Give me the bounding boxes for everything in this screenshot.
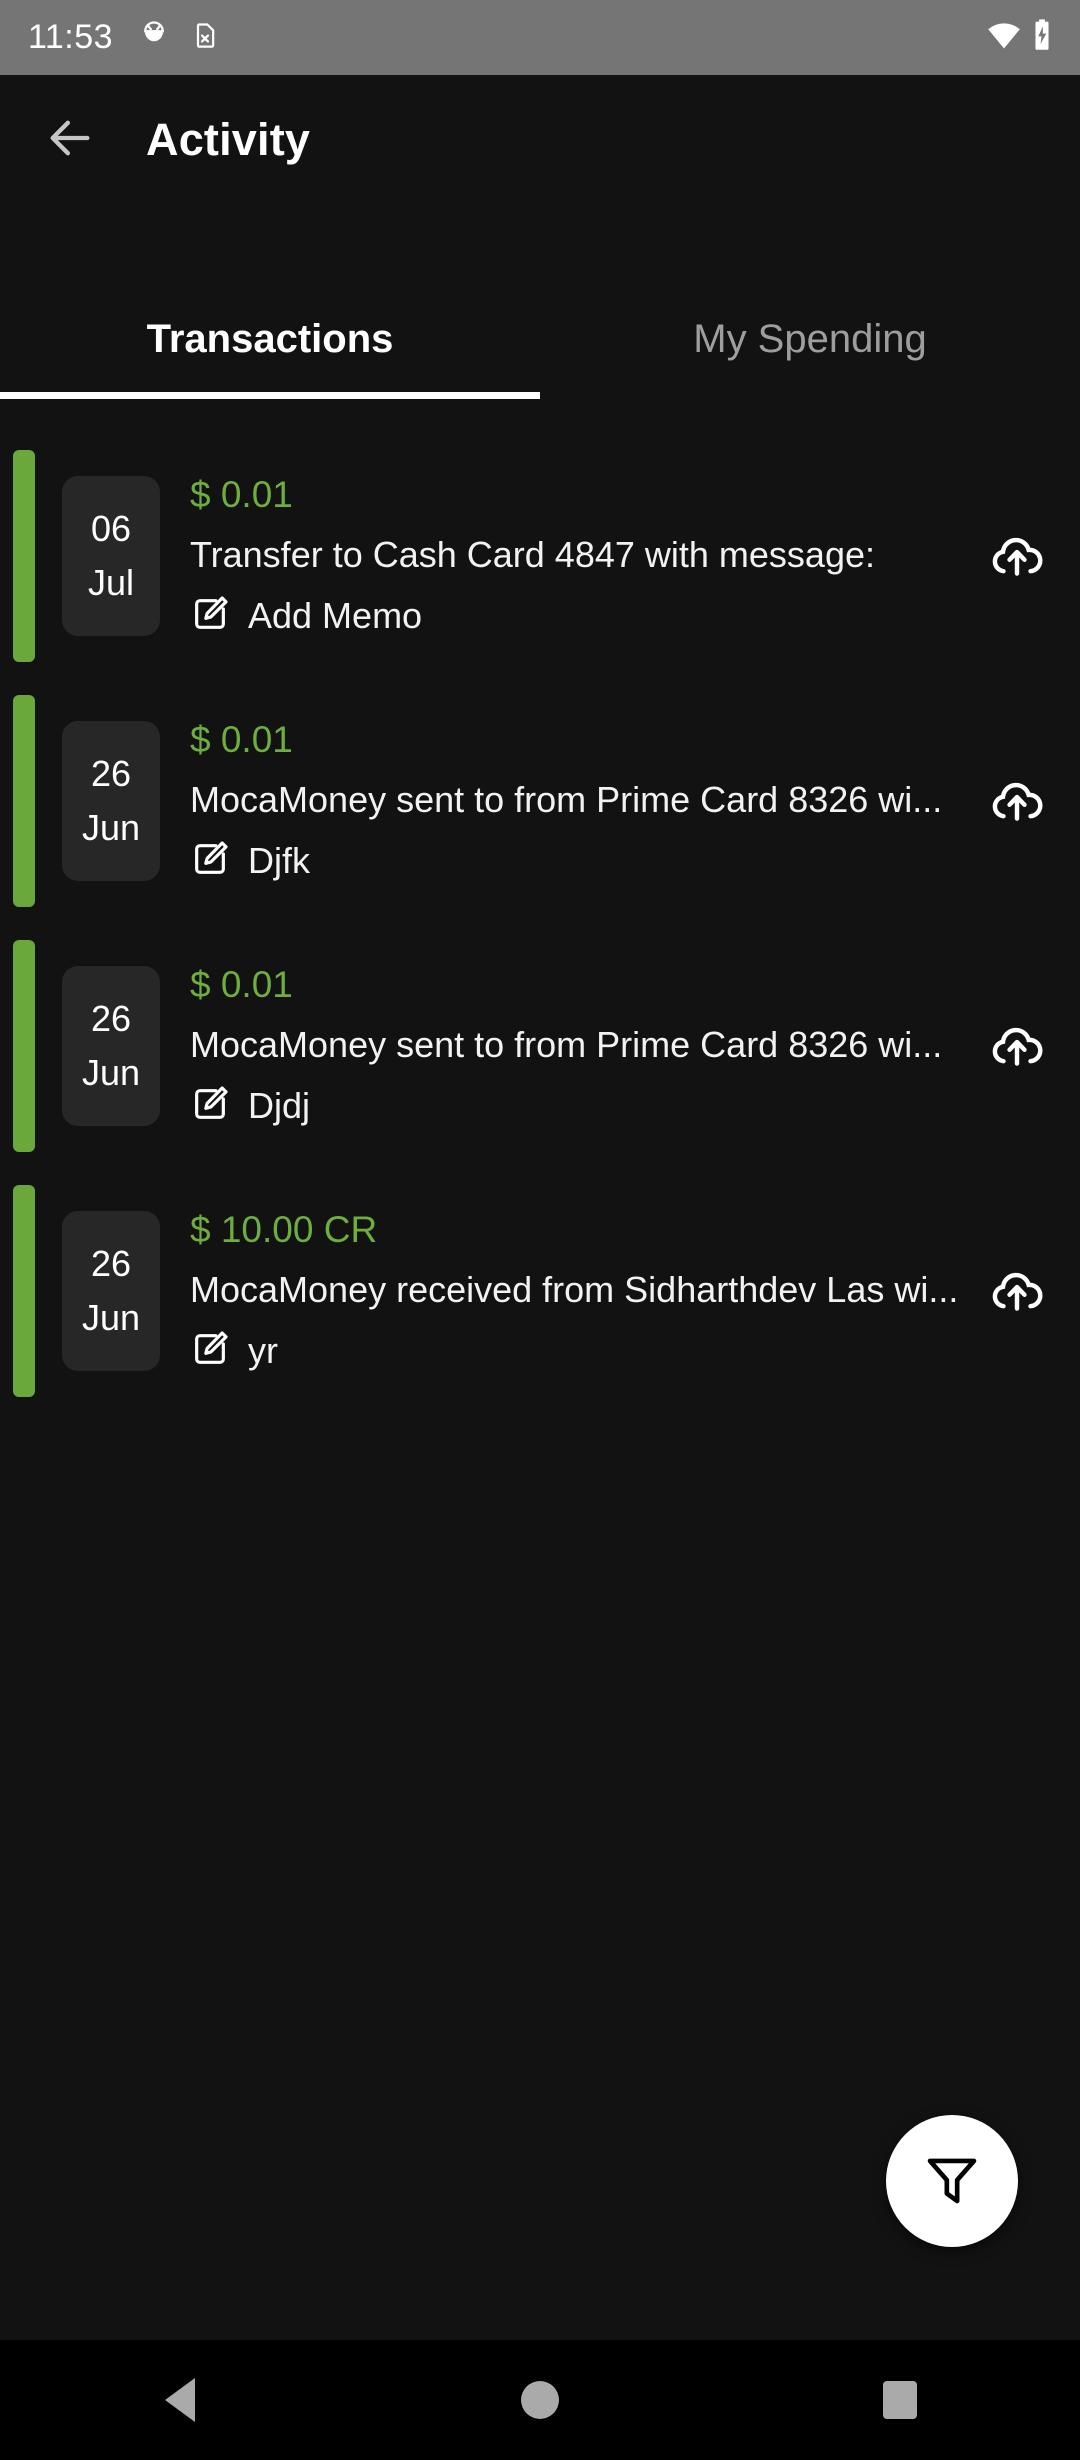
status-bar-system-icons <box>986 18 1052 57</box>
wifi-icon <box>986 20 1022 55</box>
transaction-memo[interactable]: Add Memo <box>190 594 1056 639</box>
filter-fab-button[interactable] <box>886 2115 1018 2247</box>
transaction-month: Jun <box>81 1052 141 1093</box>
transaction-month: Jun <box>81 1297 141 1338</box>
transaction-date-chip: 26 Jun <box>62 1211 160 1371</box>
nav-back-triangle-icon <box>165 2378 195 2422</box>
transaction-memo[interactable]: Djfk <box>190 839 1056 884</box>
cloud-upload-icon[interactable] <box>986 1260 1048 1322</box>
battery-charging-icon <box>1032 18 1052 57</box>
back-button[interactable] <box>22 92 118 188</box>
transaction-amount: $ 10.00 CR <box>190 1208 378 1250</box>
edit-icon <box>190 1329 230 1374</box>
cloud-upload-icon[interactable] <box>986 770 1048 832</box>
transaction-memo-label: Djfk <box>248 840 310 881</box>
transaction-amount: $ 0.01 <box>190 718 293 760</box>
transaction-date-chip: 26 Jun <box>62 721 160 881</box>
transaction-body: $ 10.00 CR MocaMoney received from Sidha… <box>190 1209 1080 1374</box>
tab-active-indicator <box>0 392 540 399</box>
transaction-day: 06 <box>90 508 132 549</box>
transaction-memo[interactable]: yr <box>190 1329 1056 1374</box>
table-row[interactable]: 26 Jun $ 10.00 CR MocaMoney received fro… <box>0 1175 1080 1407</box>
transaction-memo[interactable]: Djdj <box>190 1084 1056 1129</box>
nav-back-button[interactable] <box>120 2340 240 2460</box>
status-bar-clock: 11:53 <box>28 18 114 56</box>
transaction-description: MocaMoney received from Sidharthdev Las … <box>190 1268 959 1310</box>
arrow-left-icon <box>44 112 96 169</box>
status-bar-notification-icons <box>139 18 219 57</box>
edit-icon <box>190 1084 230 1129</box>
row-accent-bar <box>13 450 35 662</box>
transaction-day: 26 <box>90 998 132 1039</box>
nav-home-circle-icon <box>521 2381 559 2419</box>
nav-recents-square-icon <box>883 2381 917 2419</box>
android-debug-icon <box>139 18 169 57</box>
sim-card-missing-icon <box>191 18 219 57</box>
transaction-date-chip: 26 Jun <box>62 966 160 1126</box>
status-bar: 11:53 <box>0 0 1080 75</box>
filter-funnel-icon <box>921 2148 983 2215</box>
cloud-upload-icon[interactable] <box>986 1015 1048 1077</box>
table-row[interactable]: 26 Jun $ 0.01 MocaMoney sent to from Pri… <box>0 930 1080 1162</box>
transaction-month: Jun <box>81 807 141 848</box>
transaction-day: 26 <box>90 753 132 794</box>
transaction-body: $ 0.01 MocaMoney sent to from Prime Card… <box>190 719 1080 884</box>
app-screen: 11:53 Activity Transactions My Spending … <box>0 0 1080 2460</box>
transaction-body: $ 0.01 MocaMoney sent to from Prime Card… <box>190 964 1080 1129</box>
edit-icon <box>190 839 230 884</box>
app-toolbar: Activity <box>0 75 1080 205</box>
row-accent-bar <box>13 1185 35 1397</box>
nav-home-button[interactable] <box>480 2340 600 2460</box>
transaction-memo-label: Add Memo <box>248 595 423 636</box>
android-navigation-bar <box>0 2340 1080 2460</box>
edit-icon <box>190 594 230 639</box>
table-row[interactable]: 26 Jun $ 0.01 MocaMoney sent to from Pri… <box>0 685 1080 917</box>
transaction-description: MocaMoney sent to from Prime Card 8326 w… <box>190 778 943 820</box>
transaction-month: Jul <box>87 562 135 603</box>
table-row[interactable]: 06 Jul $ 0.01 Transfer to Cash Card 4847… <box>0 440 1080 672</box>
cloud-upload-icon[interactable] <box>986 525 1048 587</box>
nav-recents-button[interactable] <box>840 2340 960 2460</box>
tab-bar: Transactions My Spending <box>0 285 1080 400</box>
row-accent-bar <box>13 940 35 1152</box>
row-accent-bar <box>13 695 35 907</box>
tab-my-spending[interactable]: My Spending <box>540 285 1080 394</box>
transaction-amount: $ 0.01 <box>190 963 293 1005</box>
page-title: Activity <box>146 114 311 165</box>
transaction-description: MocaMoney sent to from Prime Card 8326 w… <box>190 1023 943 1065</box>
transaction-amount: $ 0.01 <box>190 473 293 515</box>
transaction-list: 06 Jul $ 0.01 Transfer to Cash Card 4847… <box>0 440 1080 1420</box>
transaction-description: Transfer to Cash Card 4847 with message: <box>190 533 875 575</box>
tab-transactions[interactable]: Transactions <box>0 285 540 394</box>
transaction-date-chip: 06 Jul <box>62 476 160 636</box>
transaction-memo-label: Djdj <box>248 1085 311 1126</box>
transaction-body: $ 0.01 Transfer to Cash Card 4847 with m… <box>190 474 1080 639</box>
transaction-day: 26 <box>90 1243 132 1284</box>
transaction-memo-label: yr <box>248 1330 278 1371</box>
